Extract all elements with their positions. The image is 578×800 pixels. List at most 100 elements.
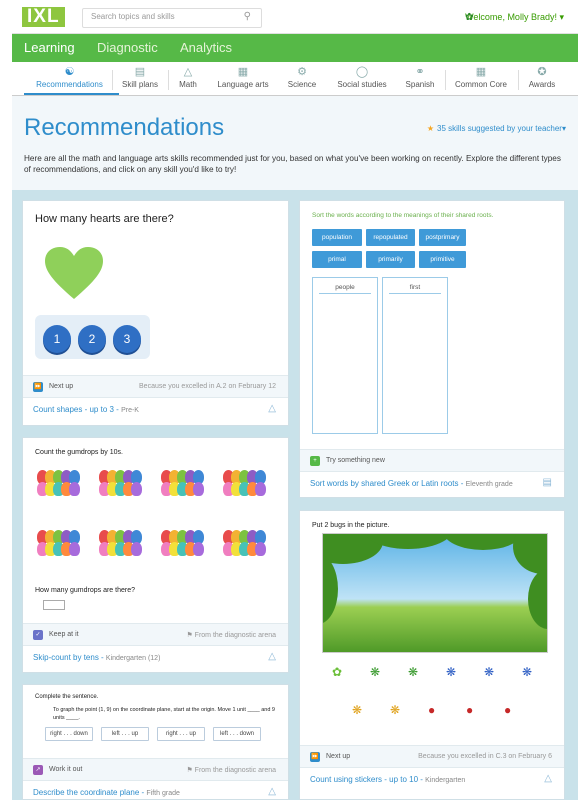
microscope-icon: ⚙ (297, 66, 307, 78)
gumdrop (193, 542, 204, 556)
search-icon[interactable]: ⚲ (244, 11, 251, 22)
card-question: How many hearts are there? (35, 213, 174, 225)
user-menu[interactable]: ✿ Welcome, Molly Brady! ▾ (465, 12, 564, 23)
choice-1-button[interactable]: 1 (43, 325, 71, 353)
recommendation-card-bugs[interactable]: Put 2 bugs in the picture. ✿ ❋ ❋ ❋ ❋ ❋ ❋… (299, 510, 565, 800)
card-tag-row: ✓ Keep at it ⚑ From the diagnostic arena (23, 623, 288, 645)
tab-diagnostic[interactable]: Diagnostic (97, 40, 158, 55)
sort-column-first[interactable]: first (382, 277, 448, 434)
teacher-suggestions-link[interactable]: ★ 35 skills suggested by your teacher▾ (427, 124, 566, 133)
skill-link[interactable]: Sort words by shared Greek or Latin root… (300, 471, 564, 495)
recommendation-card-gumdrops[interactable]: Count the gumdrops by 10s. How many gumd… (22, 437, 289, 673)
garden-picture[interactable] (322, 533, 548, 653)
gumdrop-group (37, 470, 83, 498)
card-tag-row: ↗ Work it out ⚑ From the diagnostic aren… (23, 758, 288, 780)
ixl-logo[interactable]: IXL (22, 7, 65, 27)
subnav-awards[interactable]: ✪ Awards (522, 64, 562, 89)
page-title: Recommendations (24, 114, 225, 141)
recommendation-card-hearts[interactable]: How many hearts are there? 1 2 3 ⏩ Next … (22, 200, 289, 426)
beetle-sticker[interactable]: ❋ (446, 665, 456, 679)
ladybug-sticker[interactable]: ● (504, 703, 511, 717)
option-button[interactable]: left . . . up (101, 727, 149, 741)
subnav-common-core[interactable]: ▦ Common Core (450, 64, 512, 89)
gumdrop-group (99, 530, 145, 558)
math-shapes-icon: △ (268, 651, 276, 662)
fast-forward-icon: ⏩ (33, 382, 43, 392)
recommendations-icon: ☯ (64, 66, 75, 78)
word-tile[interactable]: primal (312, 251, 362, 268)
expand-arrows-icon: ↗ (33, 765, 43, 775)
flag-icon: ⚑ (186, 632, 195, 639)
option-button[interactable]: right . . . up (157, 727, 205, 741)
answer-input[interactable] (43, 600, 65, 610)
subnav-social-studies[interactable]: ◯ Social studies (332, 64, 392, 89)
skill-link[interactable]: Count shapes - up to 3 - Pre-K △ (23, 397, 288, 421)
skill-link[interactable]: Describe the coordinate plane - Fifth gr… (23, 780, 288, 800)
word-tile[interactable]: primitive (419, 251, 466, 268)
tab-analytics[interactable]: Analytics (180, 40, 232, 55)
gumdrop (69, 482, 80, 496)
subnav-spanish[interactable]: ⚭ Spanish (400, 64, 440, 89)
subnav-language-arts[interactable]: ▦ Language arts (212, 64, 274, 89)
ladybug-sticker[interactable]: ● (466, 703, 473, 717)
document-icon: ▦ (475, 66, 487, 78)
caterpillar-sticker[interactable]: ✿ (332, 665, 342, 679)
bee-sticker[interactable]: ❋ (352, 703, 362, 717)
option-button[interactable]: left . . . down (213, 727, 261, 741)
recommendation-card-roots[interactable]: Sort the words according to the meanings… (299, 200, 565, 498)
word-tile[interactable]: postprimary (419, 229, 466, 246)
word-tile[interactable]: primarily (366, 251, 415, 268)
gumdrop (69, 542, 80, 556)
beetle-sticker[interactable]: ❋ (484, 665, 494, 679)
choice-2-button[interactable]: 2 (78, 325, 106, 353)
recommendation-card-coordinate[interactable]: Complete the sentence. To graph the poin… (22, 684, 289, 800)
math-shapes-icon: △ (544, 773, 552, 784)
beetle-sticker[interactable]: ❋ (522, 665, 532, 679)
card-instruction: Sort the words according to the meanings… (312, 212, 494, 219)
word-tile[interactable]: population (312, 229, 362, 246)
fast-forward-icon: ⏩ (310, 752, 320, 762)
search-input[interactable]: Search topics and skills ⚲ (82, 8, 262, 28)
card-tag-row: ⏩ Next up Because you excelled in C.3 on… (300, 745, 564, 767)
subnav-recommendations[interactable]: ☯ Recommendations (32, 64, 107, 89)
gumdrop (255, 542, 266, 556)
card-tag-row: + Try something new (300, 449, 564, 471)
grasshopper-sticker[interactable]: ❋ (408, 665, 418, 679)
word-tile[interactable]: repopulated (366, 229, 415, 246)
gumdrop-group (37, 530, 83, 558)
card-prompt: To graph the point (1, 9) on the coordin… (53, 707, 275, 721)
clipboard-icon: ▤ (134, 66, 146, 78)
book-icon: ▤ (542, 477, 552, 488)
sub-nav: ☯ Recommendations ▤ Skill plans △ Math ▦… (12, 62, 578, 96)
card-question: How many gumdrops are there? (35, 587, 135, 594)
skill-link[interactable]: Skip-count by tens - Kindergarten (12) △ (23, 645, 288, 669)
gumdrop-group (223, 530, 269, 558)
bug-avatar-icon: ✿ (465, 12, 474, 23)
choice-3-button[interactable]: 3 (113, 325, 141, 353)
subnav-skill-plans[interactable]: ▤ Skill plans (116, 64, 164, 89)
subnav-math[interactable]: △ Math (172, 64, 204, 89)
ladybug-sticker[interactable]: ● (428, 703, 435, 717)
tab-learning[interactable]: Learning (24, 40, 75, 55)
gumdrop (255, 482, 266, 496)
globe-icon: ◯ (355, 66, 369, 78)
star-icon: ✪ (537, 66, 547, 78)
welcome-text: Welcome, Molly Brady! (465, 12, 557, 22)
gumdrop-group (161, 530, 207, 558)
subnav-science[interactable]: ⚙ Science (282, 64, 322, 89)
bee-sticker[interactable]: ❋ (390, 703, 400, 717)
page-description: Here are all the math and language arts … (24, 154, 561, 174)
main-nav: Learning Diagnostic Analytics (12, 34, 578, 62)
gumdrop (131, 482, 142, 496)
page-header: Recommendations ★ 35 skills suggested by … (12, 96, 578, 190)
sort-column-people[interactable]: people (312, 277, 378, 434)
speech-icon: ⚭ (415, 66, 425, 78)
skill-link[interactable]: Count using stickers - up to 10 - Kinder… (300, 767, 564, 791)
math-shapes-icon: △ (268, 786, 276, 797)
grasshopper-sticker[interactable]: ❋ (370, 665, 380, 679)
heart-shape (45, 247, 103, 299)
option-button[interactable]: right . . . down (45, 727, 93, 741)
gumdrop-group (223, 470, 269, 498)
gumdrop-group (99, 470, 145, 498)
books-icon: ▦ (237, 66, 249, 78)
